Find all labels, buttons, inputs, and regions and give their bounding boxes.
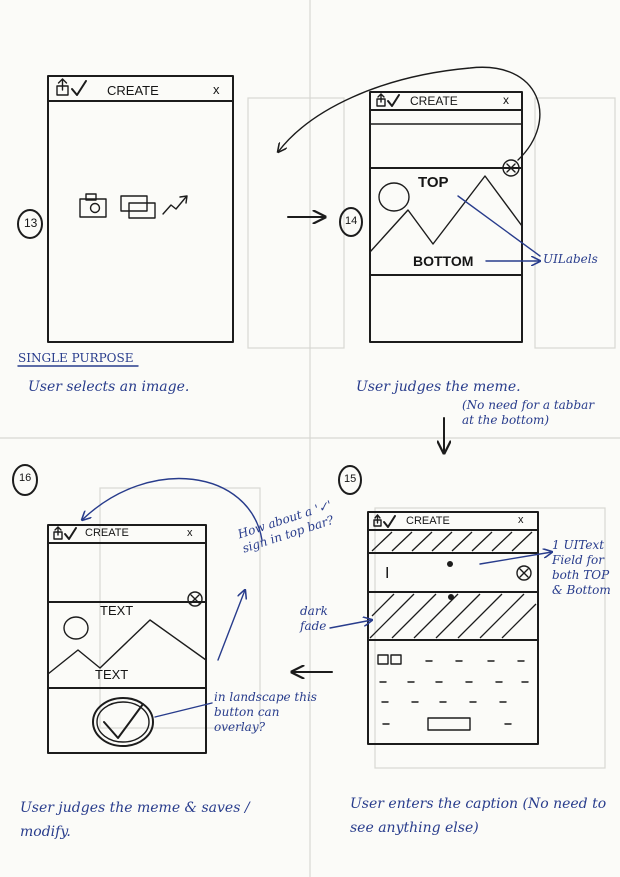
s16-bottom-label: TEXT [95,667,129,682]
gallery-icon [120,195,156,219]
s14-header-title: CREATE [410,94,458,108]
s15-header-title: CREATE [406,515,450,527]
uilabels-note: UILabels [543,252,598,266]
back-arrow-14-13 [278,66,541,161]
s14-bottom-label: BOTTOM [413,253,474,269]
s15-cursor: I [385,565,390,582]
dark-fade-top [371,531,533,552]
dark-fade-note: dark fade [300,604,328,633]
share-icon [56,78,69,96]
camera-icon [79,193,107,218]
s16-number: 16 [19,472,32,484]
check-icon [383,515,396,528]
s13-header-title: CREATE [107,83,159,98]
s14-close-x: x [503,93,509,107]
save-check-button [92,697,154,747]
s15-close-x: x [518,514,524,526]
trend-arrow-icon [162,195,188,215]
close-circle-icon [516,565,532,581]
s16-close-x: x [187,527,193,539]
check-icon [64,527,77,540]
caption-14: User judges the meme. [356,379,521,395]
s16-header-title: CREATE [85,527,129,539]
dark-fade-bottom [369,593,537,639]
single-purpose-note: SINGLE PURPOSE [18,351,134,365]
caption-13: User selects an image. [28,379,190,395]
check-icon [71,80,87,96]
s14-top-label: TOP [418,174,449,191]
s13-close-x: x [213,82,220,97]
s15-number: 15 [344,473,357,485]
s16-top-label: TEXT [100,603,134,618]
check-icon [387,94,400,107]
landscape-note: in landscape this button can overlay? [214,690,317,734]
note-14: (No need for a tabbar at the bottom) [462,398,595,427]
s13-number: 13 [24,216,38,230]
share-icon [53,526,63,540]
close-circle-icon [187,591,203,607]
uitextfield-note: 1 UIText Field for both TOP & Bottom [552,538,611,597]
caption-15: User enters the caption (No need to see … [350,796,607,836]
storyboard-sketch [0,0,620,877]
caption-16: User judges the meme & saves / modify. [20,800,250,840]
share-icon [376,93,386,107]
keyboard [377,654,529,731]
paper-bleed-through [0,0,620,877]
s14-number: 14 [345,215,358,227]
screen-13-wireframe [17,75,234,343]
screen-14-wireframe [339,91,523,343]
